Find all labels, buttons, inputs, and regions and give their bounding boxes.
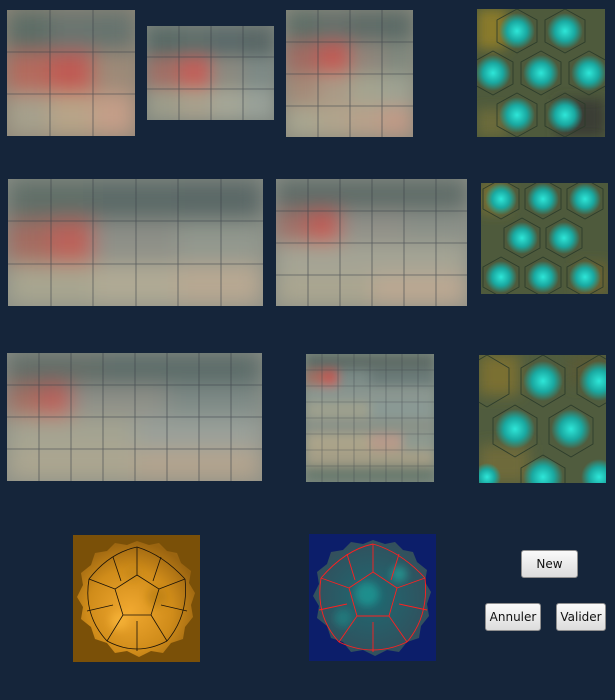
square-pattern-preview-3[interactable] [286, 10, 413, 137]
hyperbolic-tiling-blue[interactable] [309, 534, 436, 661]
new-button[interactable]: New [521, 550, 578, 578]
hexagon-pattern-preview-3[interactable] [479, 355, 606, 483]
square-pattern-preview-4[interactable] [8, 179, 263, 306]
square-pattern-preview-5[interactable] [276, 179, 467, 306]
hyperbolic-tiling-amber[interactable] [73, 535, 200, 662]
cancel-button[interactable]: Annuler [485, 603, 541, 631]
hexagon-pattern-preview-1[interactable] [477, 9, 605, 137]
hexagon-pattern-preview-2[interactable] [481, 183, 608, 294]
square-pattern-preview-1[interactable] [7, 10, 135, 136]
square-pattern-preview-6[interactable] [7, 353, 262, 481]
square-pattern-preview-2[interactable] [147, 26, 274, 120]
square-pattern-preview-7[interactable] [306, 354, 434, 482]
validate-button[interactable]: Valider [556, 603, 606, 631]
